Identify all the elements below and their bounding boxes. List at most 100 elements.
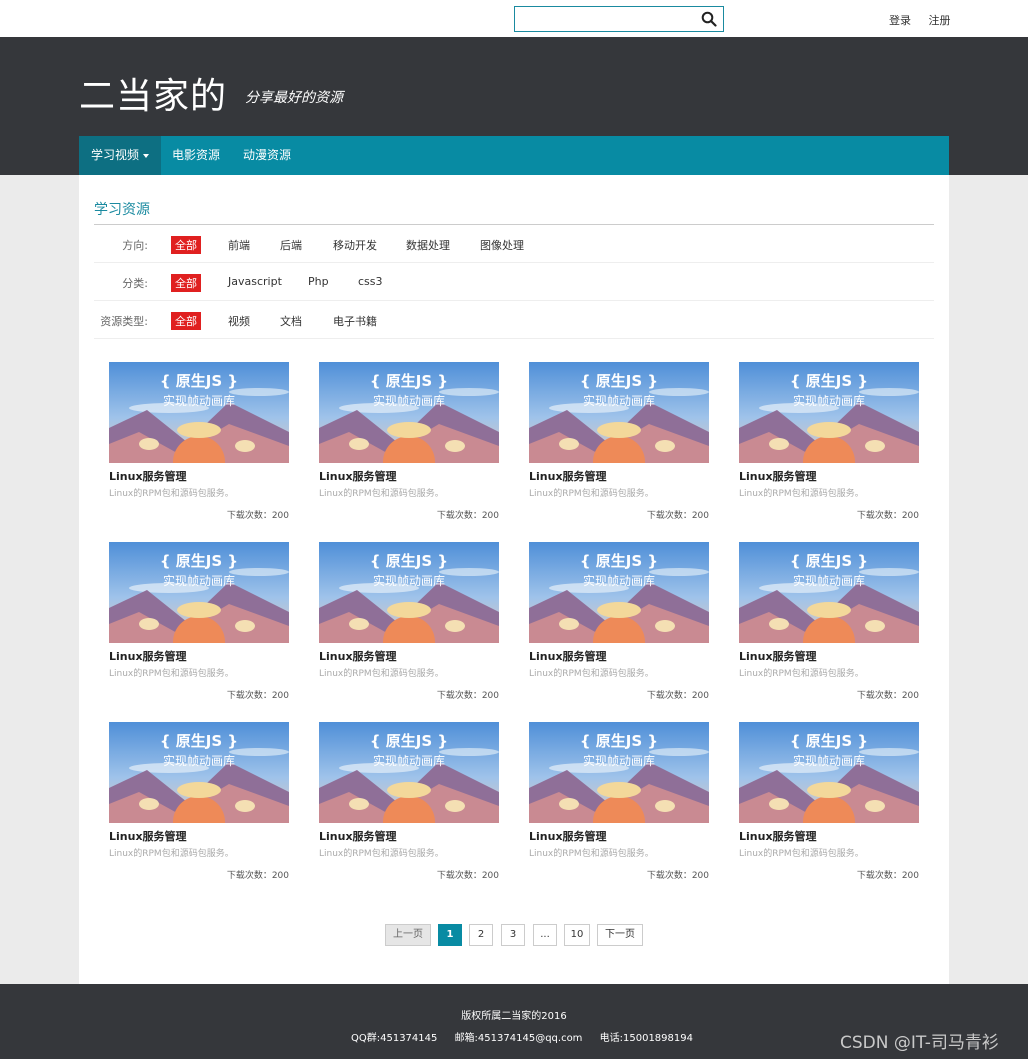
resource-title[interactable]: Linux服务管理 bbox=[319, 648, 397, 664]
filter-option[interactable]: 视频 bbox=[228, 313, 250, 329]
resource-description: Linux的RPM包和源码包服务。 bbox=[319, 489, 444, 499]
resource-title[interactable]: Linux服务管理 bbox=[529, 828, 607, 844]
filter-option[interactable]: 全部 bbox=[171, 312, 201, 330]
resource-thumbnail[interactable]: { 原生JS } 实现帧动画库 bbox=[739, 542, 919, 643]
filter-option[interactable]: 全部 bbox=[171, 236, 201, 254]
course-thumbnail-art: { 原生JS } 实现帧动画库 bbox=[529, 722, 709, 823]
search-icon[interactable] bbox=[701, 11, 717, 27]
resource-card[interactable]: { 原生JS } 实现帧动画库 Linux服务管理 Linux的RPM包和源码包… bbox=[319, 542, 499, 710]
filter-option[interactable]: Php bbox=[308, 275, 329, 288]
next-page-button[interactable]: 下一页 bbox=[597, 924, 643, 946]
resource-title[interactable]: Linux服务管理 bbox=[529, 468, 607, 484]
thumb-subtitle: 实现帧动画库 bbox=[373, 753, 445, 768]
filter-option[interactable]: 文档 bbox=[280, 313, 302, 329]
resource-title[interactable]: Linux服务管理 bbox=[739, 648, 817, 664]
chevron-down-icon bbox=[143, 153, 150, 158]
resource-thumbnail[interactable]: { 原生JS } 实现帧动画库 bbox=[109, 722, 289, 823]
resource-card[interactable]: { 原生JS } 实现帧动画库 Linux服务管理 Linux的RPM包和源码包… bbox=[109, 722, 289, 890]
thumb-subtitle: 实现帧动画库 bbox=[583, 753, 655, 768]
resource-card[interactable]: { 原生JS } 实现帧动画库 Linux服务管理 Linux的RPM包和源码包… bbox=[319, 362, 499, 530]
thumb-title: { 原生JS } bbox=[160, 732, 238, 750]
nav-item-label: 动漫资源 bbox=[243, 148, 292, 162]
filter-label: 分类: bbox=[122, 277, 148, 290]
filter-option[interactable]: 后端 bbox=[280, 237, 302, 253]
resource-thumbnail[interactable]: { 原生JS } 实现帧动画库 bbox=[319, 362, 499, 463]
login-link[interactable]: 登录 bbox=[889, 14, 911, 27]
thumb-subtitle: 实现帧动画库 bbox=[373, 393, 445, 408]
resource-thumbnail[interactable]: { 原生JS } 实现帧动画库 bbox=[739, 362, 919, 463]
resource-thumbnail[interactable]: { 原生JS } 实现帧动画库 bbox=[109, 362, 289, 463]
resource-card[interactable]: { 原生JS } 实现帧动画库 Linux服务管理 Linux的RPM包和源码包… bbox=[109, 542, 289, 710]
filter-row-resource-type: 资源类型: 全部 视频 文档 电子书籍 bbox=[94, 301, 934, 339]
resource-thumbnail[interactable]: { 原生JS } 实现帧动画库 bbox=[529, 722, 709, 823]
thumb-title: { 原生JS } bbox=[370, 372, 448, 390]
resource-title[interactable]: Linux服务管理 bbox=[109, 648, 187, 664]
download-count: 下载次数：200 bbox=[646, 511, 709, 521]
thumb-subtitle: 实现帧动画库 bbox=[373, 573, 445, 588]
main-nav: 学习视频 电影资源 动漫资源 bbox=[79, 136, 949, 175]
search-box bbox=[514, 6, 724, 32]
page-button[interactable]: 10 bbox=[564, 924, 590, 946]
page-button[interactable]: 3 bbox=[501, 924, 525, 946]
resource-thumbnail[interactable]: { 原生JS } 实现帧动画库 bbox=[109, 542, 289, 643]
nav-item-label: 学习视频 bbox=[91, 148, 140, 162]
course-thumbnail-art: { 原生JS } 实现帧动画库 bbox=[109, 542, 289, 643]
thumb-subtitle: 实现帧动画库 bbox=[793, 393, 865, 408]
resource-thumbnail[interactable]: { 原生JS } 实现帧动画库 bbox=[739, 722, 919, 823]
download-count: 下载次数：200 bbox=[856, 871, 919, 881]
thumb-subtitle: 实现帧动画库 bbox=[793, 753, 865, 768]
resource-title[interactable]: Linux服务管理 bbox=[529, 648, 607, 664]
filter-option[interactable]: 全部 bbox=[171, 274, 201, 292]
download-count: 下载次数：200 bbox=[646, 691, 709, 701]
contact-email: 邮箱:451374145@qq.com bbox=[454, 1033, 583, 1044]
site-logo[interactable]: 二当家的 bbox=[79, 67, 227, 119]
resource-description: Linux的RPM包和源码包服务。 bbox=[739, 489, 864, 499]
resource-thumbnail[interactable]: { 原生JS } 实现帧动画库 bbox=[319, 722, 499, 823]
filter-option[interactable]: Javascript bbox=[228, 275, 282, 288]
download-count: 下载次数：200 bbox=[226, 871, 289, 881]
resource-card[interactable]: { 原生JS } 实现帧动画库 Linux服务管理 Linux的RPM包和源码包… bbox=[739, 542, 919, 710]
resource-thumbnail[interactable]: { 原生JS } 实现帧动画库 bbox=[529, 542, 709, 643]
resource-title[interactable]: Linux服务管理 bbox=[109, 828, 187, 844]
filter-option[interactable]: 数据处理 bbox=[406, 237, 450, 253]
nav-item-movies[interactable]: 电影资源 bbox=[172, 136, 220, 175]
resource-card[interactable]: { 原生JS } 实现帧动画库 Linux服务管理 Linux的RPM包和源码包… bbox=[529, 362, 709, 530]
resource-description: Linux的RPM包和源码包服务。 bbox=[529, 849, 654, 859]
download-count: 下载次数：200 bbox=[436, 871, 499, 881]
page-button[interactable]: 1 bbox=[438, 924, 462, 946]
contact-phone: 电话:15001898194 bbox=[599, 1033, 693, 1044]
download-count: 下载次数：200 bbox=[646, 871, 709, 881]
resource-thumbnail[interactable]: { 原生JS } 实现帧动画库 bbox=[529, 362, 709, 463]
resource-title[interactable]: Linux服务管理 bbox=[319, 828, 397, 844]
search-input[interactable] bbox=[519, 9, 699, 29]
prev-page-button[interactable]: 上一页 bbox=[385, 924, 431, 946]
register-link[interactable]: 注册 bbox=[929, 14, 951, 27]
resource-card[interactable]: { 原生JS } 实现帧动画库 Linux服务管理 Linux的RPM包和源码包… bbox=[739, 722, 919, 890]
resource-card[interactable]: { 原生JS } 实现帧动画库 Linux服务管理 Linux的RPM包和源码包… bbox=[109, 362, 289, 530]
filter-option[interactable]: 移动开发 bbox=[333, 237, 377, 253]
download-count: 下载次数：200 bbox=[436, 511, 499, 521]
filter-option[interactable]: 电子书籍 bbox=[333, 313, 377, 329]
resource-title[interactable]: Linux服务管理 bbox=[319, 468, 397, 484]
resource-title[interactable]: Linux服务管理 bbox=[739, 468, 817, 484]
nav-item-study-videos[interactable]: 学习视频 bbox=[79, 136, 161, 175]
resource-title[interactable]: Linux服务管理 bbox=[739, 828, 817, 844]
resource-description: Linux的RPM包和源码包服务。 bbox=[529, 489, 654, 499]
resource-card[interactable]: { 原生JS } 实现帧动画库 Linux服务管理 Linux的RPM包和源码包… bbox=[739, 362, 919, 530]
thumb-subtitle: 实现帧动画库 bbox=[163, 573, 235, 588]
thumb-subtitle: 实现帧动画库 bbox=[583, 573, 655, 588]
resource-card[interactable]: { 原生JS } 实现帧动画库 Linux服务管理 Linux的RPM包和源码包… bbox=[529, 722, 709, 890]
resource-thumbnail[interactable]: { 原生JS } 实现帧动画库 bbox=[319, 542, 499, 643]
resource-card[interactable]: { 原生JS } 实现帧动画库 Linux服务管理 Linux的RPM包和源码包… bbox=[529, 542, 709, 710]
nav-item-anime[interactable]: 动漫资源 bbox=[243, 136, 291, 175]
resource-card[interactable]: { 原生JS } 实现帧动画库 Linux服务管理 Linux的RPM包和源码包… bbox=[319, 722, 499, 890]
thumb-title: { 原生JS } bbox=[580, 552, 658, 570]
thumb-subtitle: 实现帧动画库 bbox=[583, 393, 655, 408]
filter-option[interactable]: css3 bbox=[358, 275, 383, 288]
resource-title[interactable]: Linux服务管理 bbox=[109, 468, 187, 484]
filter-option[interactable]: 图像处理 bbox=[480, 237, 524, 253]
page-button[interactable]: 2 bbox=[469, 924, 493, 946]
course-thumbnail-art: { 原生JS } 实现帧动画库 bbox=[319, 362, 499, 463]
copyright: 版权所属二当家的2016 bbox=[461, 1011, 567, 1022]
filter-option[interactable]: 前端 bbox=[228, 237, 250, 253]
